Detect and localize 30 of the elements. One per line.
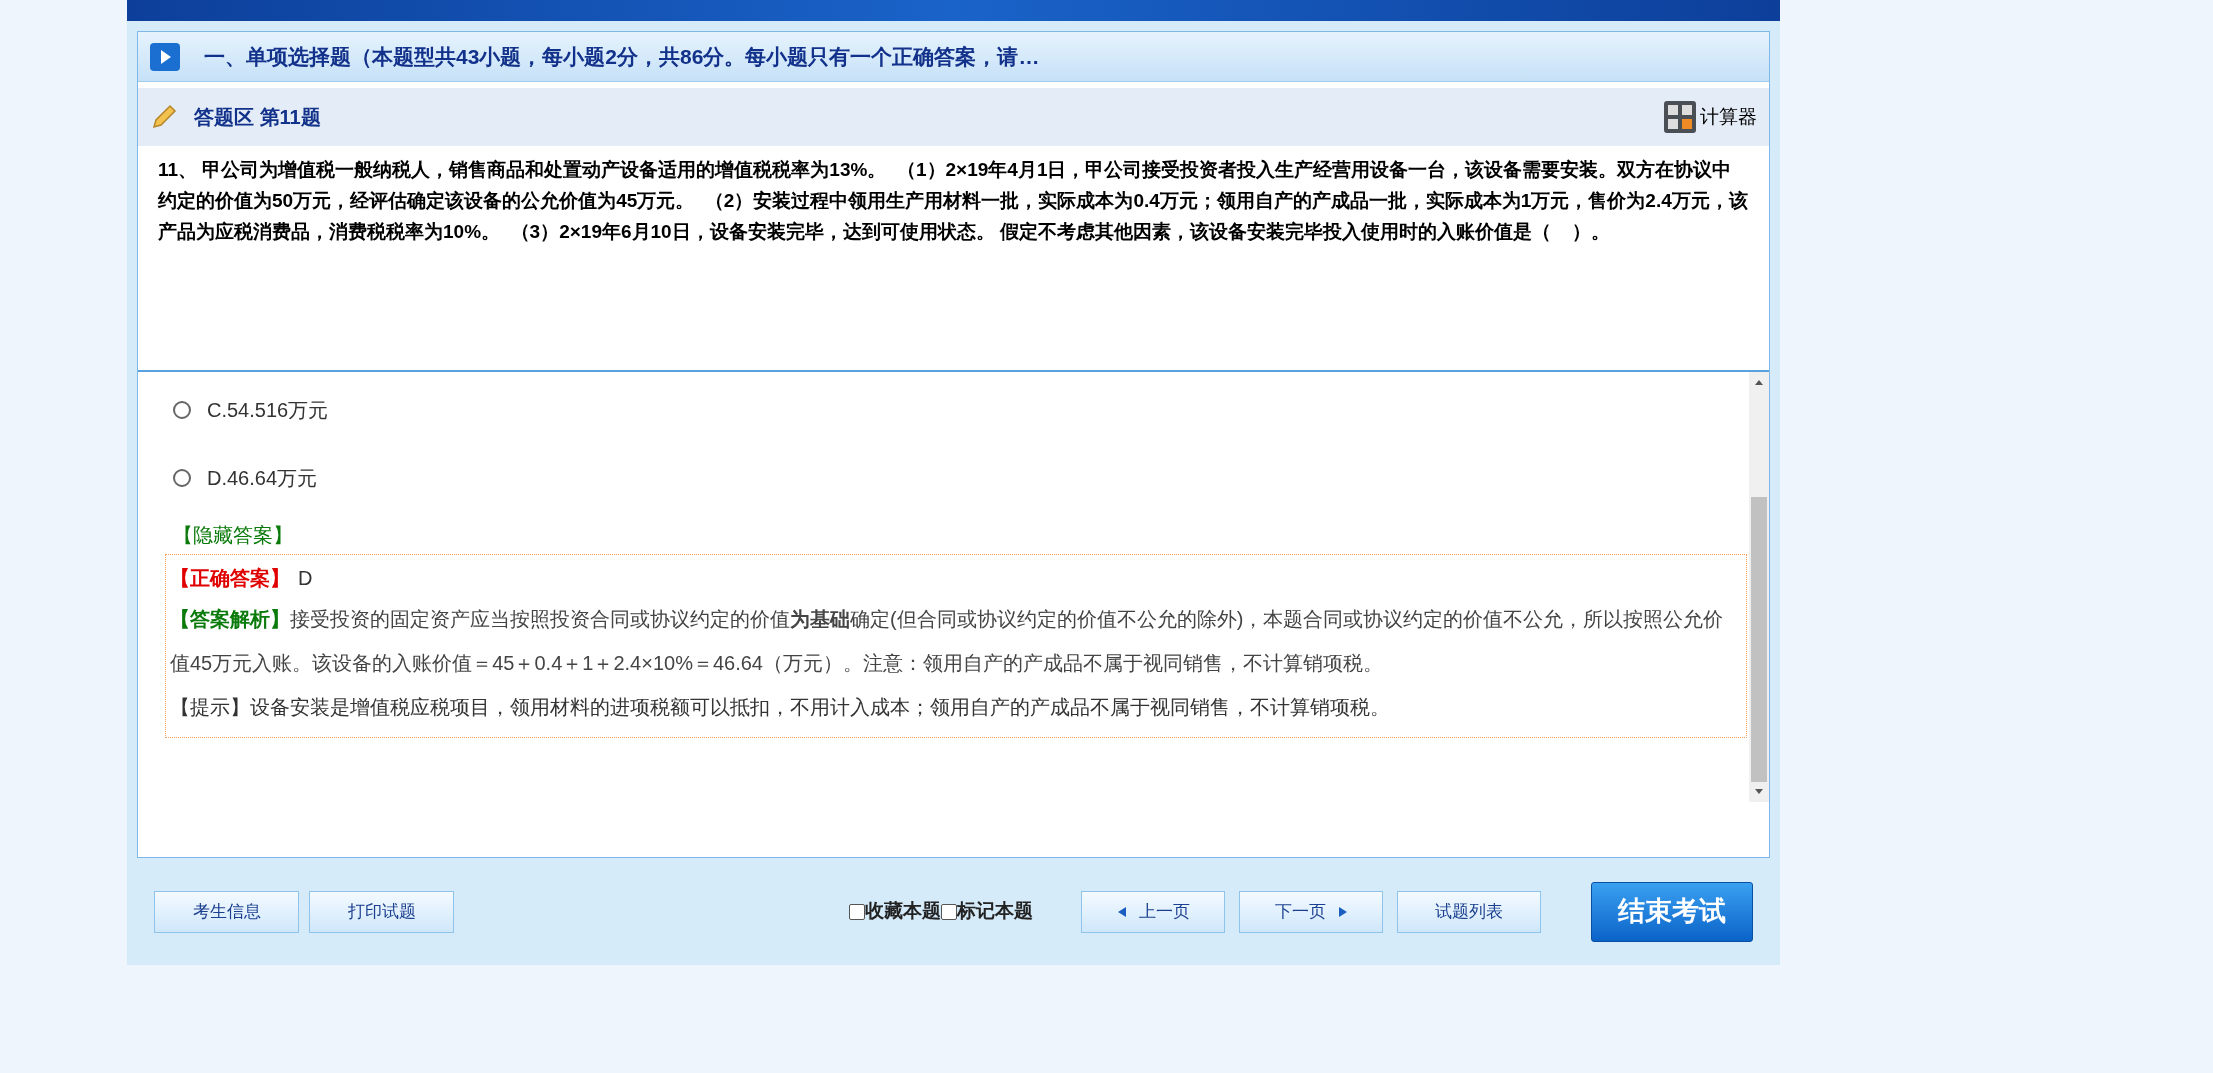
section-title: 一、单项选择题（本题型共43小题，每小题2分，共86分。每小题只有一个正确答案，请… (204, 43, 1040, 70)
hide-answer-link[interactable]: 【隐藏答案】 (173, 520, 293, 550)
toolbar-button[interactable]: 打印试题 (309, 890, 454, 933)
finish-exam-button[interactable]: 结束考试 (1591, 881, 1753, 942)
checkbox[interactable] (849, 903, 865, 920)
correct-answer-label: 【正确答案】 (170, 566, 290, 591)
left-arrow-icon (1116, 905, 1127, 918)
radio-button[interactable] (173, 469, 191, 487)
answer-area-label: 答题区 第11题 (194, 105, 321, 130)
question-text: 11、 甲公司为增值税一般纳税人，销售商品和处置动产设备适用的增值税税率为13%。 （1）2×19年4月1日，甲公司接受投资者投入生产经营用设备一台，该设备需要安装。双方在协议中约定的价值为50万元，经评估确定该设备的公允价值为45万元。 （2）安装过程中领用生产用材料一批，实际成本为0.4万元；领用自产的产成品一批，实际成本为1万元，售价为2.4万元，该产品为应税消费品，消费税税率为10%。 （3）2×19年6月10日，设备安装完毕，达到可使用状态。 假定不考虑其他因素，该设备安装完毕投入使用时的入账价值是（ ）。 (158, 158, 1749, 244)
pencil-icon (150, 103, 178, 131)
correct-answer-value: D (298, 566, 313, 591)
radio-button[interactable] (173, 401, 191, 419)
calculator-icon (1664, 101, 1696, 133)
answer-option[interactable]: C.54.516万元 (173, 398, 1747, 422)
right-arrow-icon (1337, 905, 1348, 918)
previous-page-button[interactable]: 上一页 (1081, 890, 1225, 933)
scrollbar[interactable] (1749, 372, 1769, 802)
answer-explanation: 【答案解析】接受投资的固定资产应当按照投资合同或协议约定的价值为基础确定(但合同或协议约定的价值不公允的除外)，本题合同或协议约定的价值不公允，所以按照公允价值45万元入账。该设备的入账价值＝45＋0.4＋1＋2.4×10%＝46.64（万元）。注意：领用自产的产成品不属于视同销售，不计算销项税。 (170, 607, 1725, 676)
toolbar-button[interactable]: 考生信息 (154, 890, 299, 933)
bookmark-checkbox[interactable]: 收藏本题 (849, 897, 941, 926)
scrollbar-thumb[interactable] (1751, 497, 1767, 782)
checkbox[interactable] (941, 903, 957, 920)
hint-text: 【提示】设备安装是增值税应税项目，领用材料的进项税额可以抵扣，不用计入成本；领用自产的产成品不属于视同销售，不计算销项税。 (170, 695, 1391, 720)
bookmark-checkbox[interactable]: 标记本题 (941, 897, 1033, 926)
next-page-button[interactable]: 下一页 (1239, 890, 1383, 933)
answer-option[interactable]: D.46.64万元 (173, 466, 1747, 490)
play-icon (150, 42, 180, 71)
calculator-button[interactable]: 计算器 (1664, 101, 1757, 133)
question-list-button[interactable]: 试题列表 (1397, 890, 1541, 933)
